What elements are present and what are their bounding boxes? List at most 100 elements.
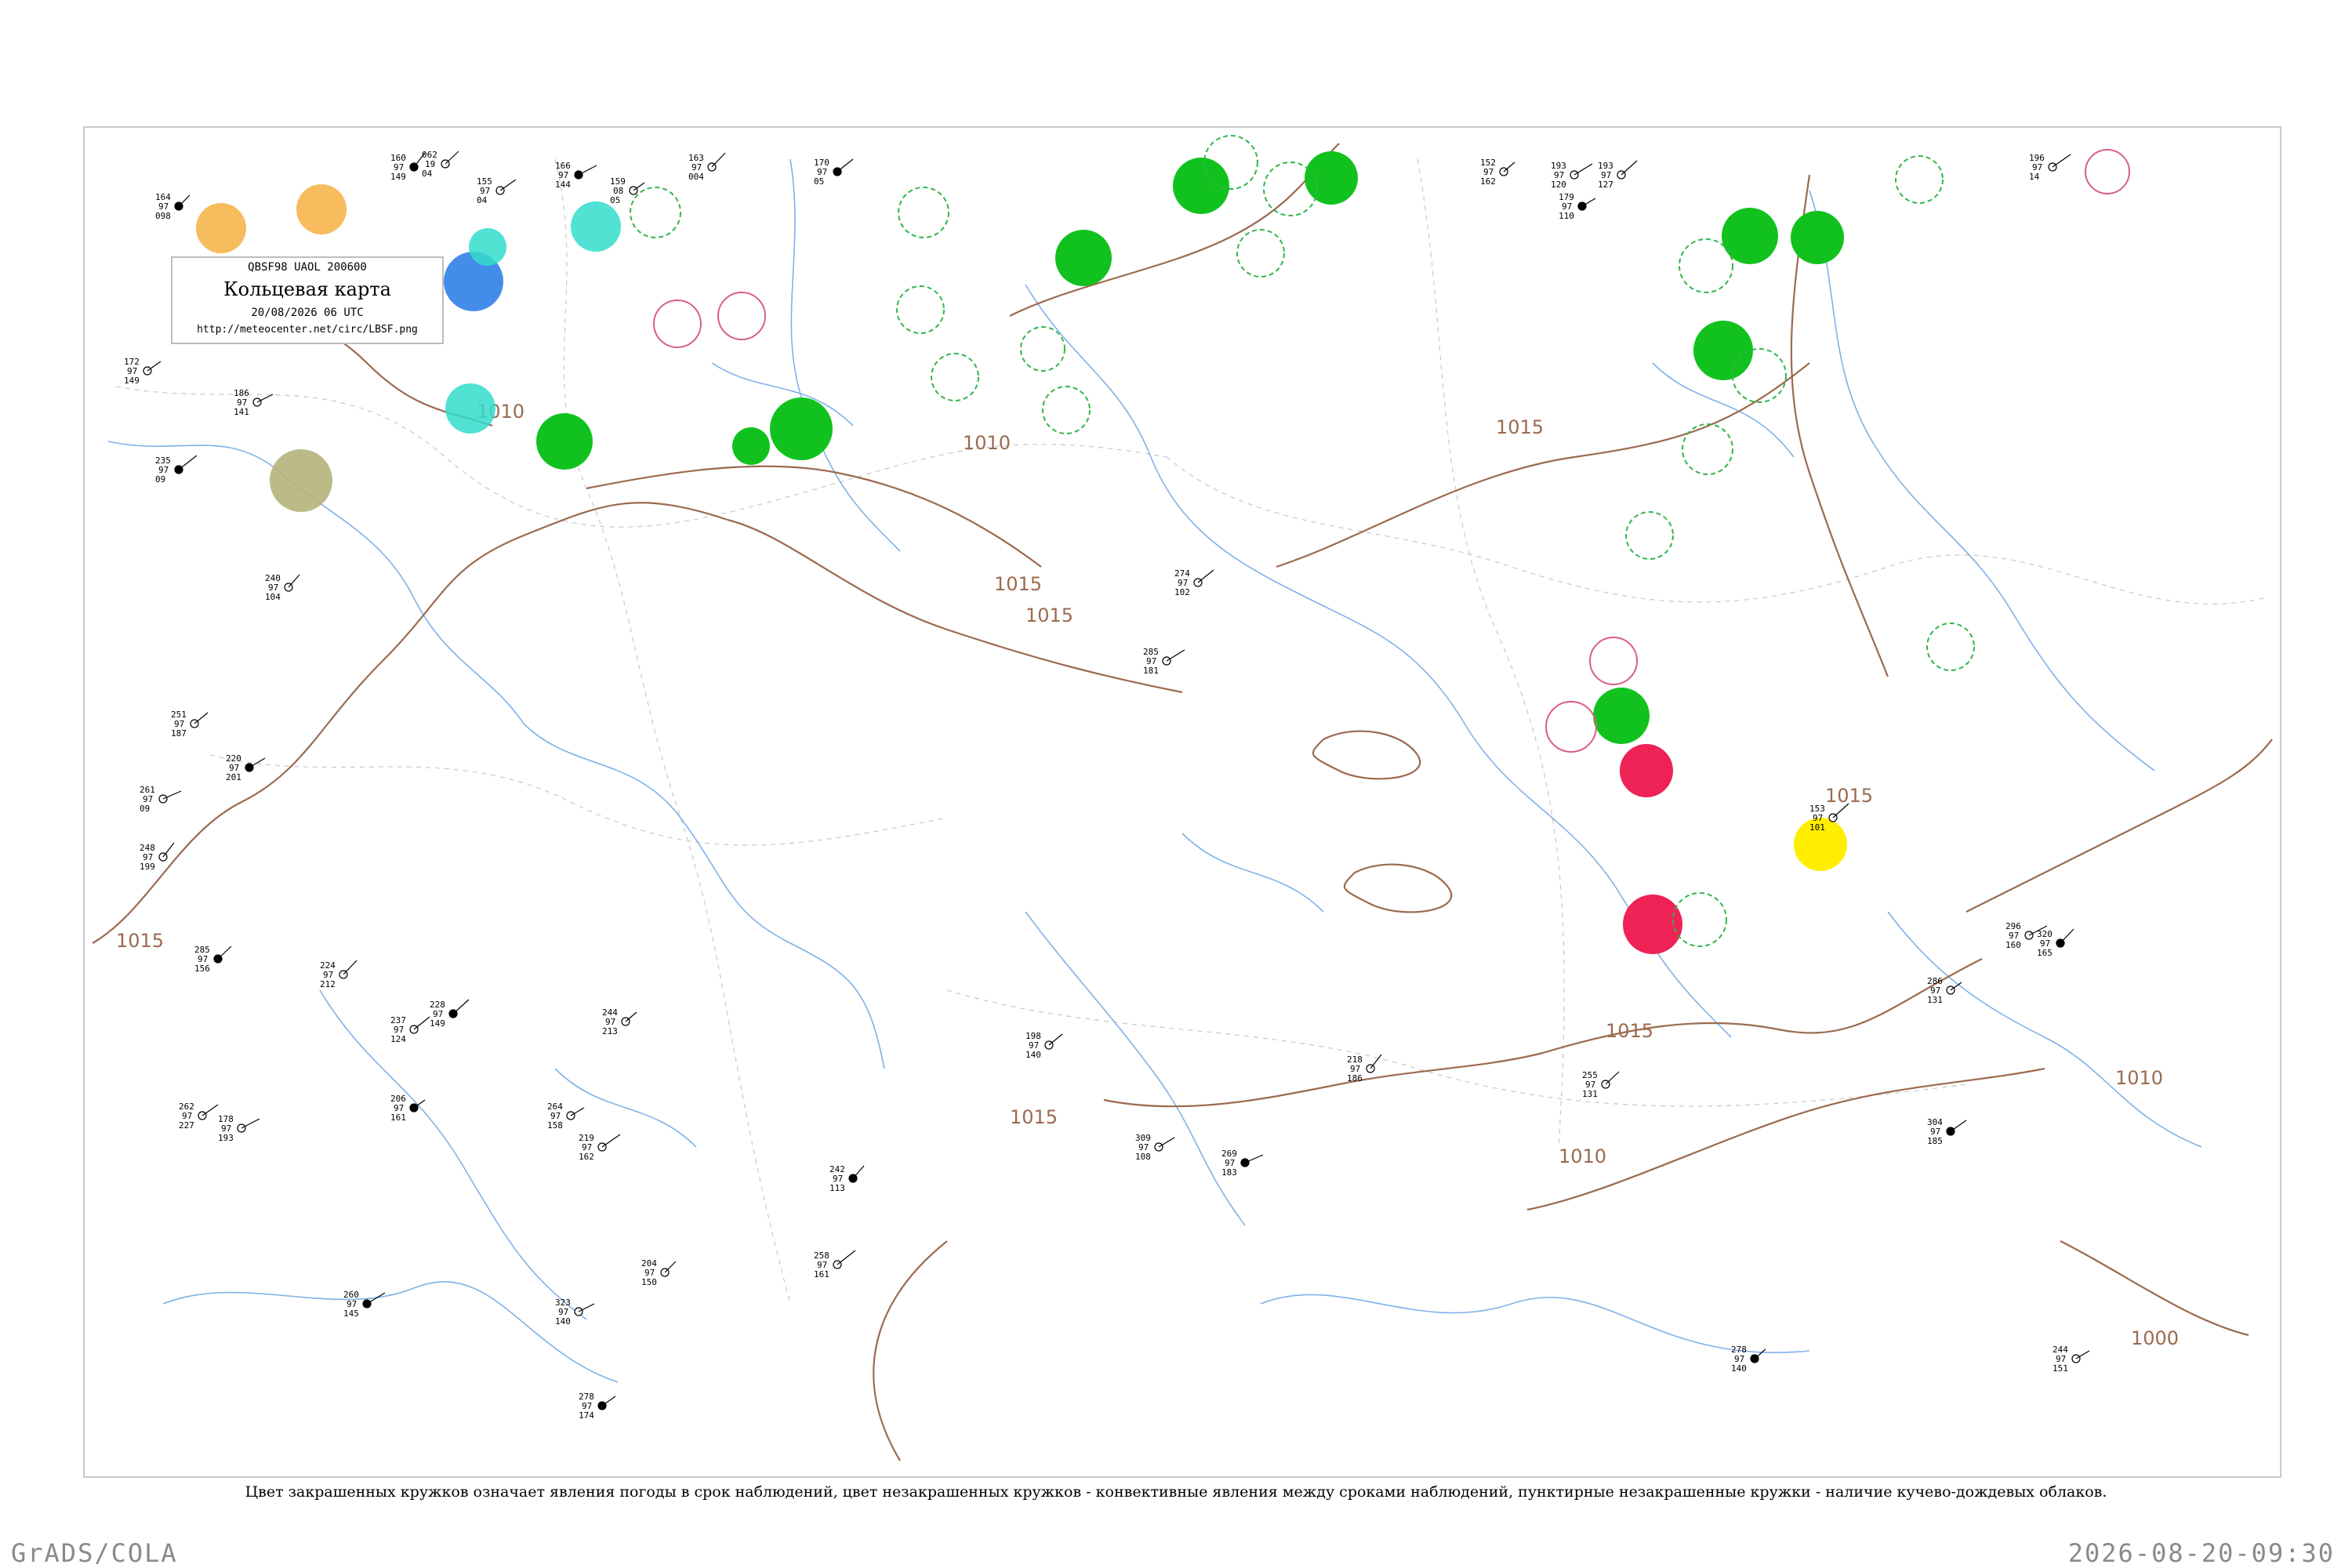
cumulonimbus-circle[interactable] (1625, 511, 1674, 560)
station-pressure: 131 (1582, 1089, 1598, 1099)
wind-barb (217, 946, 232, 960)
rain-circle[interactable] (732, 427, 770, 465)
dust-circle[interactable] (270, 449, 332, 512)
station-plot[interactable]: 27897174 (579, 1392, 616, 1421)
station-plot[interactable]: 19397120 (1551, 161, 1593, 190)
convective-circle[interactable] (717, 292, 766, 340)
station-plot[interactable]: 21997162 (579, 1133, 621, 1162)
station-pressure: 149 (124, 376, 140, 386)
cumulonimbus-circle[interactable] (1732, 348, 1787, 403)
station-plot[interactable]: 26097145 (343, 1290, 386, 1319)
isobar-line (586, 465, 1042, 568)
haze-circle[interactable] (196, 203, 246, 253)
station-plot[interactable]: 2619709 (140, 785, 182, 814)
rain-circle[interactable] (1055, 230, 1112, 286)
haze-circle[interactable] (296, 184, 347, 234)
station-plot[interactable]: 23797124 (390, 1015, 430, 1044)
station-plot[interactable]: 17997110 (1559, 192, 1596, 221)
station-plot[interactable]: 32397140 (555, 1298, 595, 1327)
station-plot[interactable]: 22897149 (430, 999, 470, 1029)
station-plot[interactable]: 24497151 (2053, 1345, 2090, 1374)
rain-circle[interactable] (1791, 211, 1844, 264)
observation-datetime: 20/08/2026 06 UTC (251, 307, 364, 319)
isobar-line (1965, 739, 2273, 913)
station-plot[interactable]: 24097104 (265, 573, 300, 602)
rain-circle[interactable] (1593, 688, 1650, 744)
station-plot[interactable]: 19397127 (1598, 160, 1638, 190)
station-plot[interactable]: 16697144 (555, 161, 597, 190)
station-plot[interactable]: 26297227 (179, 1102, 219, 1131)
station-plot[interactable]: 16397004 (688, 152, 726, 182)
station-plot[interactable]: 25897161 (814, 1250, 856, 1279)
station-plot[interactable]: 20697161 (390, 1094, 426, 1123)
wind-barb (178, 194, 191, 207)
station-plot[interactable]: 26497158 (547, 1102, 585, 1131)
station-plot[interactable]: 24497213 (602, 1007, 637, 1036)
convective-circle[interactable] (1545, 701, 1597, 753)
station-plot[interactable]: 22097201 (226, 753, 266, 782)
station-plot[interactable]: 1969714 (2029, 153, 2071, 182)
wind-barb (625, 1011, 637, 1022)
station-plot[interactable]: 27897140 (1731, 1345, 1766, 1374)
station-plot[interactable]: 25197187 (171, 710, 209, 739)
source-url[interactable]: http://meteocenter.net/circ/LBSF.png (172, 324, 442, 336)
snow-circle[interactable] (571, 201, 621, 252)
station-plot[interactable]: 25597131 (1582, 1070, 1620, 1099)
station-plot[interactable]: 17897193 (218, 1114, 260, 1143)
cumulonimbus-circle[interactable] (898, 187, 949, 238)
rain-circle[interactable] (1693, 321, 1753, 380)
wind-barb (601, 1396, 616, 1406)
border-line (946, 989, 1967, 1107)
station-plot[interactable]: 27497102 (1174, 568, 1214, 597)
thunderstorm-circle[interactable] (1620, 744, 1673, 797)
cumulonimbus-circle[interactable] (931, 353, 979, 401)
station-plot[interactable]: 28597181 (1143, 647, 1185, 676)
station-plot[interactable]: 24297113 (829, 1164, 865, 1193)
wind-barb (1503, 162, 1515, 172)
station-plot[interactable]: 20497150 (641, 1258, 677, 1287)
isobar-line (727, 518, 1183, 694)
station-plot[interactable]: 28697131 (1927, 976, 1962, 1005)
station-plot[interactable]: 16497098 (155, 192, 191, 221)
convective-circle[interactable] (653, 299, 702, 348)
convective-circle[interactable] (1589, 637, 1638, 685)
isobar-label: 1015 (1010, 1106, 1058, 1128)
cumulonimbus-circle[interactable] (1682, 423, 1733, 475)
station-plot[interactable]: 30497185 (1927, 1117, 1967, 1146)
isobar-label: 1015 (1025, 604, 1073, 626)
wind-barb (1581, 198, 1596, 207)
rain-circle[interactable] (1305, 151, 1358, 205)
station-plot[interactable]: 1590805 (610, 176, 645, 205)
station-plot[interactable]: 0621904 (422, 150, 459, 179)
cumulonimbus-circle[interactable] (1926, 622, 1975, 671)
convective-circle[interactable] (2085, 149, 2130, 194)
cumulonimbus-circle[interactable] (1236, 229, 1285, 278)
rain-circle[interactable] (770, 397, 833, 460)
snow-circle[interactable] (445, 383, 495, 434)
cumulonimbus-circle[interactable] (1042, 386, 1091, 434)
rain-circle[interactable] (1173, 158, 1229, 214)
station-plot[interactable]: 1709705 (814, 158, 854, 187)
station-plot[interactable]: 17297149 (124, 357, 162, 386)
cumulonimbus-circle[interactable] (1895, 155, 1944, 204)
cumulonimbus-circle[interactable] (896, 285, 945, 334)
cumulonimbus-circle[interactable] (1020, 326, 1065, 372)
station-plot[interactable]: 1559704 (477, 176, 517, 205)
station-plot[interactable]: 15297162 (1480, 158, 1515, 187)
station-plot[interactable]: 16097149 (390, 152, 426, 182)
cumulonimbus-circle[interactable] (630, 187, 681, 238)
rain-circle[interactable] (536, 413, 593, 470)
station-plot[interactable]: 30997108 (1135, 1133, 1175, 1162)
wind-barb (1950, 1120, 1967, 1132)
station-plot[interactable]: 32097165 (2037, 928, 2074, 958)
station-plot[interactable]: 22497212 (320, 960, 358, 989)
station-plot[interactable]: 26997183 (1221, 1149, 1264, 1178)
rain-circle[interactable] (1722, 208, 1778, 264)
wind-barb (1621, 160, 1638, 176)
snow-circle[interactable] (469, 228, 506, 266)
station-plot[interactable]: 18697141 (234, 388, 274, 417)
station-plot[interactable]: 19897140 (1025, 1031, 1063, 1060)
isobar-line (2060, 1240, 2249, 1337)
station-plot[interactable]: 28597156 (194, 945, 232, 974)
station-plot[interactable]: 2359709 (155, 455, 198, 485)
